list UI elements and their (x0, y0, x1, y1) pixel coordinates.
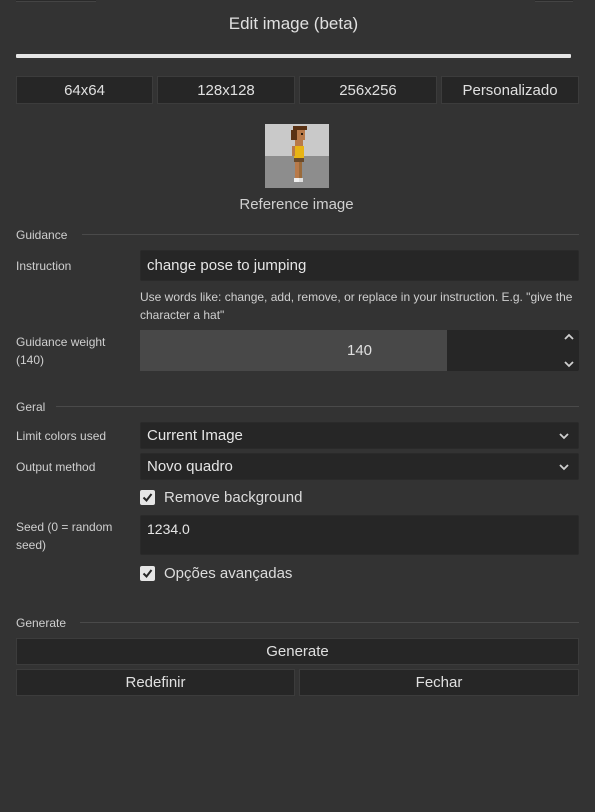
checkmark-icon (142, 493, 153, 503)
generate-button[interactable]: Generate (16, 638, 579, 665)
geral-section-label: Geral (16, 400, 46, 414)
instruction-label: Instruction (16, 259, 72, 273)
chevron-down-icon (559, 464, 569, 471)
output-method-label: Output method (16, 460, 96, 474)
geral-section-divider (56, 406, 579, 407)
pixel-character-sprite (291, 126, 307, 182)
chevron-down-icon (559, 433, 569, 440)
top-tab-stub-right (535, 0, 573, 2)
size-256-button[interactable]: 256x256 (299, 76, 437, 104)
guidance-section-label: Guidance (16, 228, 68, 242)
seed-label: Seed (0 = random seed) (16, 520, 113, 552)
output-method-value: Novo quadro (147, 458, 233, 475)
reference-image (265, 124, 329, 188)
advanced-options-label[interactable]: Opções avançadas (164, 565, 292, 582)
size-128-button[interactable]: 128x128 (157, 76, 295, 104)
instruction-hint: Use words like: change, add, remove, or … (140, 290, 573, 322)
size-custom-button[interactable]: Personalizado (441, 76, 579, 104)
generate-section-label: Generate (16, 616, 67, 630)
guidance-weight-label: Guidance weight (140) (16, 335, 106, 367)
spin-up-icon[interactable] (560, 330, 578, 344)
limit-colors-select[interactable]: Current Image (140, 422, 579, 449)
top-tab-stub-left (16, 0, 96, 2)
limit-colors-value: Current Image (147, 427, 243, 444)
instruction-input[interactable]: change pose to jumping (140, 250, 579, 281)
guidance-section-divider (82, 234, 579, 235)
title-divider (16, 54, 571, 58)
checkmark-icon (142, 569, 153, 579)
limit-colors-label: Limit colors used (16, 429, 107, 443)
close-button[interactable]: Fechar (299, 669, 579, 696)
dialog-title: Edit image (beta) (228, 14, 359, 33)
generate-section-divider (80, 622, 579, 623)
reset-button[interactable]: Redefinir (16, 669, 295, 696)
guidance-weight-value: 140 (346, 342, 373, 359)
spin-down-icon[interactable] (560, 357, 578, 371)
output-method-select[interactable]: Novo quadro (140, 453, 579, 480)
seed-input[interactable]: 1234.0 (140, 515, 579, 555)
reference-image-caption: Reference image (239, 196, 354, 213)
remove-background-checkbox[interactable] (140, 490, 155, 505)
size-64-button[interactable]: 64x64 (16, 76, 153, 104)
remove-background-label[interactable]: Remove background (164, 489, 302, 506)
advanced-options-checkbox[interactable] (140, 566, 155, 581)
